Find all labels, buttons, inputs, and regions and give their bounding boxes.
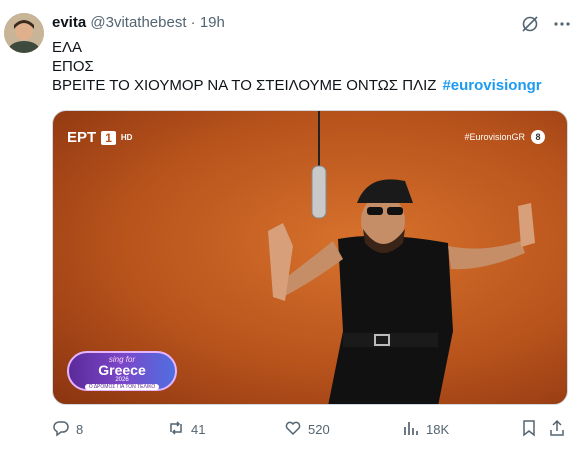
views-icon bbox=[402, 419, 420, 440]
tweet-line-3: ΒΡΕΙΤΕ ΤΟ ΧΙΟΥΜΟΡ ΝΑ ΤΟ ΣΤΕΙΛΟΥΜΕ ΟΝΤΩΣ … bbox=[52, 76, 542, 95]
tweet-line-3-text: ΒΡΕΙΤΕ ΤΟ ΧΙΟΥΜΟΡ ΝΑ ΤΟ ΣΤΕΙΛΟΥΜΕ ΟΝΤΩΣ … bbox=[52, 77, 437, 94]
tweet-line-1: ΕΛΑ bbox=[52, 39, 83, 56]
like-button[interactable]: 520 bbox=[284, 419, 330, 440]
reply-count: 8 bbox=[76, 422, 84, 437]
channel-number: 1 bbox=[101, 130, 116, 145]
more-icon[interactable] bbox=[552, 14, 572, 34]
reply-icon bbox=[52, 419, 70, 440]
tweet-line-2: ΕΠΟΣ bbox=[52, 58, 94, 75]
bookmark-icon bbox=[520, 419, 538, 440]
channel-logo-text: ΕΡΤ bbox=[67, 129, 97, 146]
author-handle[interactable]: @3vitathebest bbox=[90, 14, 186, 31]
share-icon bbox=[548, 419, 566, 440]
like-icon bbox=[284, 419, 302, 440]
repost-icon bbox=[167, 419, 185, 440]
top-actions bbox=[520, 14, 572, 34]
header-separator: · bbox=[190, 14, 196, 31]
bookmark-button[interactable] bbox=[520, 419, 538, 440]
views-button[interactable]: 18K bbox=[402, 419, 449, 440]
show-logo-line3: 2026 bbox=[115, 377, 129, 383]
tweet-media[interactable]: ΕΡΤ 1 HD #EurovisionGR 8 sing for Greece… bbox=[52, 110, 568, 405]
share-button[interactable] bbox=[548, 419, 566, 440]
show-logo: sing for Greece 2026 Ο ΔΡΟΜΟΣ ΓΙΑ ΤΟΝ ΤΕ… bbox=[67, 351, 177, 391]
channel-logo: ΕΡΤ 1 HD bbox=[67, 129, 132, 146]
like-count: 520 bbox=[308, 422, 330, 437]
action-bar: 8 41 520 18K bbox=[52, 419, 568, 439]
channel-hd: HD bbox=[120, 133, 133, 142]
hashtag-link[interactable]: #eurovisiongr bbox=[442, 77, 541, 94]
tweet-text: ΕΛΑ ΕΠΟΣ ΒΡΕΙΤΕ ΤΟ ΧΙΟΥΜΟΡ ΝΑ ΤΟ ΣΤΕΙΛΟΥ… bbox=[52, 38, 542, 95]
grok-icon[interactable] bbox=[520, 14, 540, 34]
tweet-header: evita @3vitathebest · 19h bbox=[52, 13, 225, 33]
rating-badge: 8 bbox=[531, 130, 545, 144]
avatar[interactable] bbox=[4, 13, 44, 53]
author-name[interactable]: evita bbox=[52, 14, 86, 31]
show-logo-line2: Greece bbox=[98, 362, 146, 378]
channel-hashtag: #EurovisionGR bbox=[464, 132, 525, 142]
repost-button[interactable]: 41 bbox=[167, 419, 205, 440]
views-count: 18K bbox=[426, 422, 450, 437]
repost-count: 41 bbox=[191, 422, 206, 437]
show-logo-line4: Ο ΔΡΟΜΟΣ ΓΙΑ ΤΟΝ ΤΕΛΙΚΟ bbox=[85, 384, 159, 390]
reply-button[interactable]: 8 bbox=[52, 419, 83, 440]
tweet-time[interactable]: 19h bbox=[200, 14, 225, 31]
